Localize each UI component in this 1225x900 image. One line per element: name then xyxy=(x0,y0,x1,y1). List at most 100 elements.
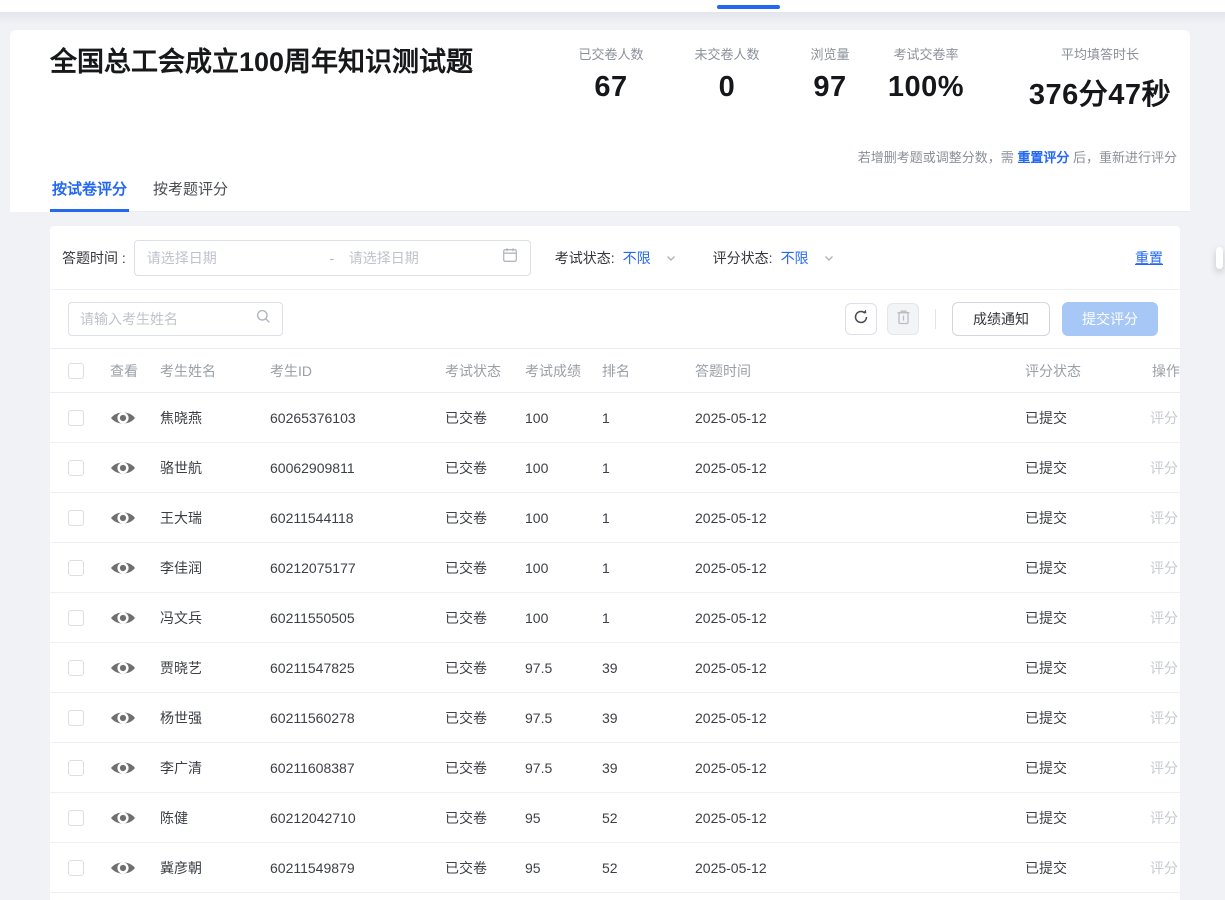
chevron-down-icon[interactable] xyxy=(665,252,677,264)
grade-action-link[interactable]: 评分 xyxy=(1150,710,1178,726)
stat-label: 考试交卷率 xyxy=(871,44,981,63)
table-row: 冯文兵60211550505已交卷10012025-05-12已提交评分 xyxy=(50,593,1180,643)
grade-action-link[interactable]: 评分 xyxy=(1150,860,1178,876)
date-start-input[interactable]: 请选择日期 xyxy=(147,248,315,268)
grade-action-link[interactable]: 评分 xyxy=(1150,460,1178,476)
delete-button[interactable] xyxy=(887,303,919,335)
exam-status: 已交卷 xyxy=(445,608,525,628)
refresh-icon xyxy=(853,309,869,330)
select-all-checkbox[interactable] xyxy=(68,363,84,379)
exam-status: 已交卷 xyxy=(445,408,525,428)
rank: 1 xyxy=(602,460,695,476)
tab-grade-by-paper[interactable]: 按试卷评分 xyxy=(50,171,129,212)
row-checkbox[interactable] xyxy=(68,510,84,526)
answer-time: 2025-05-12 xyxy=(695,860,1025,876)
grading-status-value[interactable]: 不限 xyxy=(781,248,809,268)
exam-score: 97.5 xyxy=(525,660,602,676)
reset-filters-link[interactable]: 重置 xyxy=(1135,248,1163,268)
grading-status: 已提交 xyxy=(1025,608,1130,628)
eye-icon[interactable] xyxy=(110,509,136,527)
chevron-down-icon[interactable] xyxy=(823,252,835,264)
grade-action-link[interactable]: 评分 xyxy=(1150,410,1178,426)
row-checkbox[interactable] xyxy=(68,710,84,726)
eye-icon[interactable] xyxy=(110,409,136,427)
student-id: 60211549879 xyxy=(270,860,445,876)
row-select-cell xyxy=(50,610,110,626)
reset-score-note: 若增删考题或调整分数，需 重置评分 后，重新进行评分 xyxy=(858,147,1177,166)
stat-value: 100% xyxy=(871,71,981,104)
row-checkbox[interactable] xyxy=(68,810,84,826)
eye-icon[interactable] xyxy=(110,559,136,577)
answer-time: 2025-05-12 xyxy=(695,810,1025,826)
rank: 1 xyxy=(602,410,695,426)
grading-status: 已提交 xyxy=(1025,508,1130,528)
tab-grade-by-question[interactable]: 按考题评分 xyxy=(151,171,230,212)
exam-status-value[interactable]: 不限 xyxy=(623,248,651,268)
stat-unsubmitted-count: 未交卷人数 0 xyxy=(672,44,782,104)
grade-action-link[interactable]: 评分 xyxy=(1150,610,1178,626)
date-range-picker[interactable]: 请选择日期 - 请选择日期 xyxy=(134,240,531,276)
view-cell xyxy=(110,559,160,577)
top-nav-bar xyxy=(0,0,1225,12)
top-shadow xyxy=(0,12,1225,24)
answer-time: 2025-05-12 xyxy=(695,710,1025,726)
answer-time: 2025-05-12 xyxy=(695,460,1025,476)
answer-time: 2025-05-12 xyxy=(695,660,1025,676)
row-select-cell xyxy=(50,460,110,476)
row-checkbox[interactable] xyxy=(68,610,84,626)
exam-status: 已交卷 xyxy=(445,808,525,828)
student-id: 60212075177 xyxy=(270,560,445,576)
calendar-icon xyxy=(502,247,518,268)
date-end-input[interactable]: 请选择日期 xyxy=(349,248,502,268)
exam-status-label: 考试状态: xyxy=(555,248,615,268)
grade-action-link[interactable]: 评分 xyxy=(1150,760,1178,776)
eye-icon[interactable] xyxy=(110,809,136,827)
col-header-grade: 评分状态 xyxy=(1025,361,1130,381)
eye-icon[interactable] xyxy=(110,859,136,877)
stat-value: 97 xyxy=(785,71,875,104)
eye-icon[interactable] xyxy=(110,709,136,727)
answer-time: 2025-05-12 xyxy=(695,760,1025,776)
grade-action-link[interactable]: 评分 xyxy=(1150,810,1178,826)
exam-score: 100 xyxy=(525,460,602,476)
action-cell: 评分 xyxy=(1130,508,1180,528)
col-header-id: 考生ID xyxy=(270,361,445,381)
exam-score: 100 xyxy=(525,610,602,626)
eye-icon[interactable] xyxy=(110,609,136,627)
student-id: 60211550505 xyxy=(270,610,445,626)
table-header: 查看 考生姓名 考生ID 考试状态 考试成绩 排名 答题时间 评分状态 操作 xyxy=(50,348,1180,393)
row-checkbox[interactable] xyxy=(68,760,84,776)
student-name: 杨世强 xyxy=(160,708,270,728)
eye-icon[interactable] xyxy=(110,459,136,477)
row-checkbox[interactable] xyxy=(68,560,84,576)
search-input[interactable]: 请输入考生姓名 xyxy=(68,302,283,336)
row-checkbox[interactable] xyxy=(68,460,84,476)
trash-icon xyxy=(896,309,911,330)
note-prefix: 若增删考题或调整分数，需 xyxy=(858,150,1018,165)
eye-icon[interactable] xyxy=(110,659,136,677)
grading-status-label: 评分状态: xyxy=(713,248,773,268)
refresh-button[interactable] xyxy=(845,303,877,335)
table-row: 冀彦朝60211549879已交卷95522025-05-12已提交评分 xyxy=(50,843,1180,893)
row-select-cell xyxy=(50,760,110,776)
eye-icon[interactable] xyxy=(110,759,136,777)
scrollbar-thumb[interactable] xyxy=(1216,247,1223,269)
grading-status: 已提交 xyxy=(1025,858,1130,878)
row-checkbox[interactable] xyxy=(68,860,84,876)
stat-value: 376分47秒 xyxy=(990,71,1210,113)
grade-action-link[interactable]: 评分 xyxy=(1150,560,1178,576)
submit-grades-button[interactable]: 提交评分 xyxy=(1062,302,1158,336)
exam-score: 95 xyxy=(525,860,602,876)
grade-action-link[interactable]: 评分 xyxy=(1150,660,1178,676)
row-select-cell xyxy=(50,510,110,526)
exam-status: 已交卷 xyxy=(445,508,525,528)
grading-tabs: 按试卷评分 按考题评分 xyxy=(50,171,1190,212)
action-cell: 评分 xyxy=(1130,558,1180,578)
row-checkbox[interactable] xyxy=(68,660,84,676)
reset-score-link[interactable]: 重置评分 xyxy=(1017,150,1069,165)
exam-status: 已交卷 xyxy=(445,708,525,728)
row-checkbox[interactable] xyxy=(68,410,84,426)
grade-action-link[interactable]: 评分 xyxy=(1150,510,1178,526)
view-cell xyxy=(110,609,160,627)
score-notify-button[interactable]: 成绩通知 xyxy=(952,302,1050,336)
